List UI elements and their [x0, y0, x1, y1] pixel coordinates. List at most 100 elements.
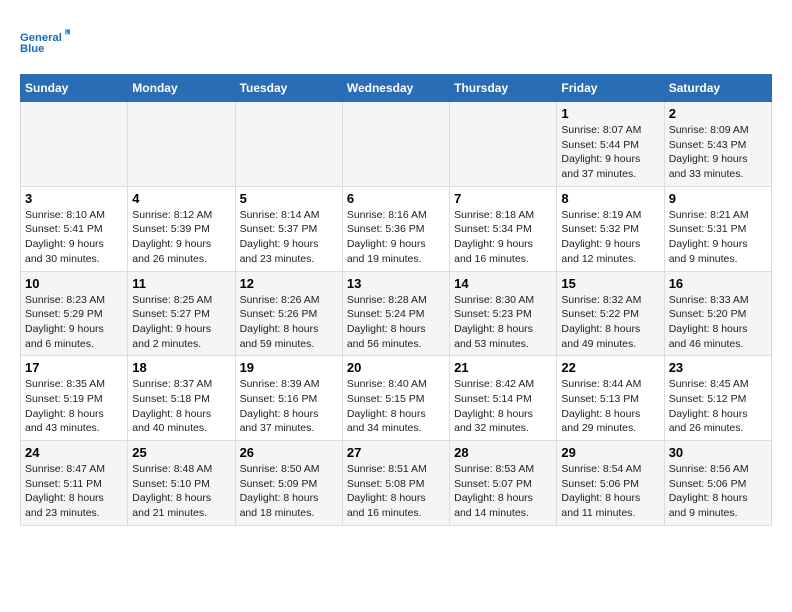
calendar-cell	[342, 102, 449, 187]
calendar-cell: 8 Sunrise: 8:19 AM Sunset: 5:32 PM Daylig…	[557, 186, 664, 271]
day-info: Sunrise: 8:40 AM Sunset: 5:15 PM Dayligh…	[347, 377, 445, 436]
day-info: Sunrise: 8:48 AM Sunset: 5:10 PM Dayligh…	[132, 462, 230, 521]
day-number: 9	[669, 191, 767, 206]
day-info: Sunrise: 8:26 AM Sunset: 5:26 PM Dayligh…	[240, 293, 338, 352]
day-number: 1	[561, 106, 659, 121]
calendar-cell: 12 Sunrise: 8:26 AM Sunset: 5:26 PM Dayli…	[235, 271, 342, 356]
col-header-wednesday: Wednesday	[342, 75, 449, 102]
calendar-week-row: 1 Sunrise: 8:07 AM Sunset: 5:44 PM Daylig…	[21, 102, 772, 187]
calendar-cell: 2 Sunrise: 8:09 AM Sunset: 5:43 PM Daylig…	[664, 102, 771, 187]
calendar-header-row: SundayMondayTuesdayWednesdayThursdayFrid…	[21, 75, 772, 102]
calendar-cell: 26 Sunrise: 8:50 AM Sunset: 5:09 PM Dayli…	[235, 441, 342, 526]
day-number: 10	[25, 276, 123, 291]
svg-text:General: General	[20, 32, 62, 44]
day-number: 28	[454, 445, 552, 460]
calendar-cell: 23 Sunrise: 8:45 AM Sunset: 5:12 PM Dayli…	[664, 356, 771, 441]
day-info: Sunrise: 8:37 AM Sunset: 5:18 PM Dayligh…	[132, 377, 230, 436]
day-number: 7	[454, 191, 552, 206]
day-number: 2	[669, 106, 767, 121]
day-info: Sunrise: 8:39 AM Sunset: 5:16 PM Dayligh…	[240, 377, 338, 436]
col-header-thursday: Thursday	[450, 75, 557, 102]
calendar-cell: 6 Sunrise: 8:16 AM Sunset: 5:36 PM Daylig…	[342, 186, 449, 271]
page-header: General Blue	[20, 20, 772, 64]
col-header-saturday: Saturday	[664, 75, 771, 102]
calendar-cell	[450, 102, 557, 187]
day-number: 11	[132, 276, 230, 291]
day-info: Sunrise: 8:21 AM Sunset: 5:31 PM Dayligh…	[669, 208, 767, 267]
col-header-friday: Friday	[557, 75, 664, 102]
day-info: Sunrise: 8:07 AM Sunset: 5:44 PM Dayligh…	[561, 123, 659, 182]
svg-text:Blue: Blue	[20, 43, 44, 55]
day-number: 6	[347, 191, 445, 206]
calendar-cell: 14 Sunrise: 8:30 AM Sunset: 5:23 PM Dayli…	[450, 271, 557, 356]
calendar-cell: 25Sunrise: 8:48 AM Sunset: 5:10 PM Dayli…	[128, 441, 235, 526]
day-number: 26	[240, 445, 338, 460]
calendar-week-row: 24 Sunrise: 8:47 AM Sunset: 5:11 PM Dayli…	[21, 441, 772, 526]
col-header-tuesday: Tuesday	[235, 75, 342, 102]
day-info: Sunrise: 8:56 AM Sunset: 5:06 PM Dayligh…	[669, 462, 767, 521]
day-info: Sunrise: 8:47 AM Sunset: 5:11 PM Dayligh…	[25, 462, 123, 521]
calendar-cell: 18 Sunrise: 8:37 AM Sunset: 5:18 PM Dayli…	[128, 356, 235, 441]
day-number: 23	[669, 360, 767, 375]
day-info: Sunrise: 8:51 AM Sunset: 5:08 PM Dayligh…	[347, 462, 445, 521]
day-info: Sunrise: 8:12 AM Sunset: 5:39 PM Dayligh…	[132, 208, 230, 267]
calendar-cell: 27 Sunrise: 8:51 AM Sunset: 5:08 PM Dayli…	[342, 441, 449, 526]
day-number: 13	[347, 276, 445, 291]
calendar-cell: 30 Sunrise: 8:56 AM Sunset: 5:06 PM Dayli…	[664, 441, 771, 526]
day-info: Sunrise: 8:14 AM Sunset: 5:37 PM Dayligh…	[240, 208, 338, 267]
calendar-cell: 17Sunrise: 8:35 AM Sunset: 5:19 PM Dayli…	[21, 356, 128, 441]
calendar-week-row: 17Sunrise: 8:35 AM Sunset: 5:19 PM Dayli…	[21, 356, 772, 441]
day-number: 20	[347, 360, 445, 375]
day-info: Sunrise: 8:50 AM Sunset: 5:09 PM Dayligh…	[240, 462, 338, 521]
calendar-cell: 19Sunrise: 8:39 AM Sunset: 5:16 PM Dayli…	[235, 356, 342, 441]
day-number: 27	[347, 445, 445, 460]
day-number: 18	[132, 360, 230, 375]
day-info: Sunrise: 8:09 AM Sunset: 5:43 PM Dayligh…	[669, 123, 767, 182]
day-info: Sunrise: 8:23 AM Sunset: 5:29 PM Dayligh…	[25, 293, 123, 352]
day-info: Sunrise: 8:44 AM Sunset: 5:13 PM Dayligh…	[561, 377, 659, 436]
logo-svg: General Blue	[20, 20, 70, 64]
day-info: Sunrise: 8:25 AM Sunset: 5:27 PM Dayligh…	[132, 293, 230, 352]
calendar-week-row: 3Sunrise: 8:10 AM Sunset: 5:41 PM Daylig…	[21, 186, 772, 271]
day-number: 29	[561, 445, 659, 460]
day-number: 8	[561, 191, 659, 206]
day-info: Sunrise: 8:19 AM Sunset: 5:32 PM Dayligh…	[561, 208, 659, 267]
day-info: Sunrise: 8:42 AM Sunset: 5:14 PM Dayligh…	[454, 377, 552, 436]
col-header-monday: Monday	[128, 75, 235, 102]
calendar-cell: 24 Sunrise: 8:47 AM Sunset: 5:11 PM Dayli…	[21, 441, 128, 526]
calendar-cell: 15 Sunrise: 8:32 AM Sunset: 5:22 PM Dayli…	[557, 271, 664, 356]
calendar-cell: 29Sunrise: 8:54 AM Sunset: 5:06 PM Dayli…	[557, 441, 664, 526]
day-info: Sunrise: 8:45 AM Sunset: 5:12 PM Dayligh…	[669, 377, 767, 436]
day-number: 5	[240, 191, 338, 206]
day-number: 12	[240, 276, 338, 291]
day-number: 16	[669, 276, 767, 291]
calendar-cell	[21, 102, 128, 187]
calendar-cell: 5 Sunrise: 8:14 AM Sunset: 5:37 PM Daylig…	[235, 186, 342, 271]
day-number: 4	[132, 191, 230, 206]
calendar-cell	[235, 102, 342, 187]
calendar-cell: 10 Sunrise: 8:23 AM Sunset: 5:29 PM Dayli…	[21, 271, 128, 356]
calendar-cell: 3Sunrise: 8:10 AM Sunset: 5:41 PM Daylig…	[21, 186, 128, 271]
col-header-sunday: Sunday	[21, 75, 128, 102]
calendar-cell: 16 Sunrise: 8:33 AM Sunset: 5:20 PM Dayli…	[664, 271, 771, 356]
day-info: Sunrise: 8:16 AM Sunset: 5:36 PM Dayligh…	[347, 208, 445, 267]
day-info: Sunrise: 8:10 AM Sunset: 5:41 PM Dayligh…	[25, 208, 123, 267]
day-info: Sunrise: 8:30 AM Sunset: 5:23 PM Dayligh…	[454, 293, 552, 352]
day-number: 15	[561, 276, 659, 291]
calendar-cell: 20 Sunrise: 8:40 AM Sunset: 5:15 PM Dayli…	[342, 356, 449, 441]
day-number: 30	[669, 445, 767, 460]
calendar-cell: 13Sunrise: 8:28 AM Sunset: 5:24 PM Dayli…	[342, 271, 449, 356]
day-info: Sunrise: 8:33 AM Sunset: 5:20 PM Dayligh…	[669, 293, 767, 352]
day-number: 24	[25, 445, 123, 460]
calendar-cell	[128, 102, 235, 187]
logo: General Blue	[20, 20, 70, 64]
calendar-cell: 4 Sunrise: 8:12 AM Sunset: 5:39 PM Daylig…	[128, 186, 235, 271]
day-number: 14	[454, 276, 552, 291]
calendar-cell: 22Sunrise: 8:44 AM Sunset: 5:13 PM Dayli…	[557, 356, 664, 441]
calendar-cell: 1 Sunrise: 8:07 AM Sunset: 5:44 PM Daylig…	[557, 102, 664, 187]
day-info: Sunrise: 8:53 AM Sunset: 5:07 PM Dayligh…	[454, 462, 552, 521]
calendar-table: SundayMondayTuesdayWednesdayThursdayFrid…	[20, 74, 772, 526]
day-info: Sunrise: 8:32 AM Sunset: 5:22 PM Dayligh…	[561, 293, 659, 352]
calendar-cell: 7 Sunrise: 8:18 AM Sunset: 5:34 PM Daylig…	[450, 186, 557, 271]
day-info: Sunrise: 8:18 AM Sunset: 5:34 PM Dayligh…	[454, 208, 552, 267]
